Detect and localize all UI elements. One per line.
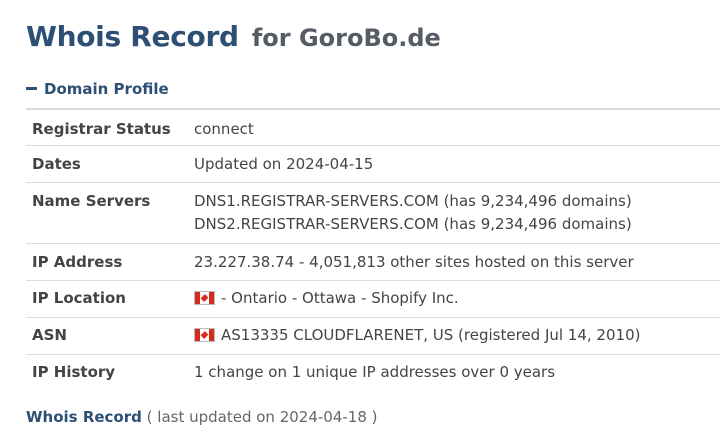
row-value: connect bbox=[194, 120, 254, 138]
whois-page: Whois Record for GoroBo.de Domain Profil… bbox=[0, 0, 720, 438]
row-value: - Ontario - Ottawa - Shopify Inc. bbox=[194, 287, 720, 317]
row-label: ASN bbox=[32, 326, 67, 344]
row-label: IP Address bbox=[32, 253, 123, 271]
row-value: Updated on 2024-04-15 bbox=[194, 155, 374, 173]
page-title-main: Whois Record bbox=[26, 20, 239, 53]
domain-profile-toggle[interactable]: Domain Profile bbox=[26, 80, 169, 98]
row-label: IP History bbox=[32, 363, 116, 381]
table-row-ip-address: IP Address 23.227.38.74 - 4,051,813 othe… bbox=[26, 244, 720, 281]
name-server-1[interactable]: DNS1.REGISTRAR-SERVERS.COM (has 9,234,49… bbox=[194, 190, 720, 213]
domain-profile-table: Registrar Status connect Dates Updated o… bbox=[26, 108, 720, 392]
table-row-dates: Dates Updated on 2024-04-15 bbox=[26, 146, 720, 183]
table-row-ip-location: IP Location - Ontario - Ottawa - Shopify… bbox=[26, 281, 720, 318]
table-row-registrar-status: Registrar Status connect bbox=[26, 110, 720, 146]
ip-address-value[interactable]: 23.227.38.74 - 4,051,813 other sites hos… bbox=[194, 251, 720, 280]
page-title: Whois Record for GoroBo.de bbox=[26, 15, 441, 58]
ip-location-value: - Ontario - Ottawa - Shopify Inc. bbox=[221, 289, 459, 307]
whois-record-footer: Whois Record ( last updated on 2024-04-1… bbox=[26, 408, 378, 426]
canada-flag-icon bbox=[194, 291, 215, 305]
row-label: Dates bbox=[32, 155, 81, 173]
row-value: DNS1.REGISTRAR-SERVERS.COM (has 9,234,49… bbox=[194, 190, 720, 243]
row-value: AS13335 CLOUDFLARENET, US (registered Ju… bbox=[194, 324, 720, 354]
page-title-domain: for GoroBo.de bbox=[251, 24, 441, 52]
domain-profile-label[interactable]: Domain Profile bbox=[44, 80, 169, 98]
table-row-asn: ASN AS13335 CLOUDFLARENET, US (registere… bbox=[26, 318, 720, 355]
ip-history-value[interactable]: 1 change on 1 unique IP addresses over 0… bbox=[194, 361, 720, 392]
canada-flag-icon bbox=[194, 328, 215, 342]
row-label: IP Location bbox=[32, 289, 126, 307]
whois-record-link[interactable]: Whois Record bbox=[26, 408, 142, 426]
row-label: Registrar Status bbox=[32, 120, 171, 138]
row-label: Name Servers bbox=[32, 192, 151, 210]
minus-icon[interactable] bbox=[26, 86, 37, 90]
asn-value: AS13335 CLOUDFLARENET, US (registered Ju… bbox=[221, 326, 641, 344]
table-row-ip-history: IP History 1 change on 1 unique IP addre… bbox=[26, 355, 720, 392]
last-updated-text: ( last updated on 2024-04-18 ) bbox=[146, 408, 378, 426]
name-server-2[interactable]: DNS2.REGISTRAR-SERVERS.COM (has 9,234,49… bbox=[194, 213, 720, 236]
table-row-name-servers: Name Servers DNS1.REGISTRAR-SERVERS.COM … bbox=[26, 183, 720, 244]
